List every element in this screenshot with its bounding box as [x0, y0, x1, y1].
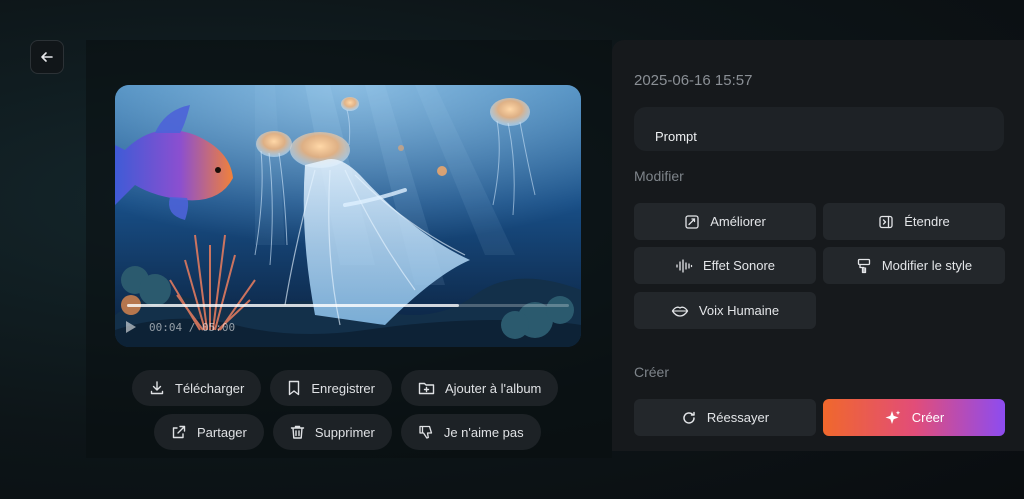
- share-icon: [172, 425, 186, 439]
- video-time: 00:04 / 05:00: [149, 320, 236, 334]
- waveform-icon: [676, 258, 693, 273]
- modify-style-label: Modifier le style: [881, 258, 973, 273]
- sparkle-icon: [885, 410, 901, 424]
- extend-button[interactable]: Étendre: [823, 203, 1005, 240]
- duration: 05:00: [202, 320, 236, 334]
- back-button[interactable]: [30, 40, 64, 74]
- video-player[interactable]: 00:04 / 05:00: [115, 85, 581, 347]
- create-button[interactable]: Créer: [823, 399, 1005, 436]
- generation-timestamp: 2025-06-16 15:57: [634, 72, 753, 89]
- paint-roller-icon: [857, 258, 870, 273]
- improve-label: Améliorer: [710, 214, 766, 229]
- extend-icon: [879, 215, 893, 228]
- add-to-album-label: Ajouter à l'album: [444, 380, 542, 396]
- delete-button[interactable]: Supprimer: [272, 414, 392, 450]
- prompt-label: Prompt: [655, 129, 697, 144]
- action-row-bottom: Partager Supprimer Je n'aime pas: [154, 414, 541, 450]
- save-button[interactable]: Enregistrer: [270, 370, 392, 406]
- create-label: Créer: [911, 410, 945, 425]
- details-panel: 2025-06-16 15:57 Prompt Modifier Amélior…: [612, 40, 1024, 451]
- download-label: Télécharger: [175, 380, 245, 396]
- folder-plus-icon: [418, 382, 435, 395]
- arrow-left-icon: [41, 52, 53, 62]
- sound-effect-label: Effet Sonore: [702, 258, 776, 273]
- retry-button[interactable]: Réessayer: [634, 399, 816, 436]
- retry-label: Réessayer: [706, 410, 770, 425]
- save-label: Enregistrer: [311, 380, 375, 396]
- lips-icon: [671, 306, 689, 317]
- modify-style-button[interactable]: Modifier le style: [823, 247, 1005, 284]
- add-to-album-button[interactable]: Ajouter à l'album: [400, 370, 559, 406]
- action-row-top: Télécharger Enregistrer Ajouter à l'albu…: [132, 370, 559, 406]
- dislike-button[interactable]: Je n'aime pas: [400, 414, 541, 450]
- dislike-label: Je n'aime pas: [443, 424, 524, 440]
- download-icon: [150, 381, 164, 395]
- play-icon[interactable]: [125, 320, 139, 334]
- share-label: Partager: [197, 424, 247, 440]
- human-voice-button[interactable]: Voix Humaine: [634, 292, 816, 329]
- improve-button[interactable]: Améliorer: [634, 203, 816, 240]
- create-section-title: Créer: [634, 364, 670, 380]
- modify-section-title: Modifier: [634, 168, 684, 184]
- current-time: 00:04: [149, 320, 183, 334]
- download-button[interactable]: Télécharger: [132, 370, 262, 406]
- share-button[interactable]: Partager: [154, 414, 264, 450]
- sound-effect-button[interactable]: Effet Sonore: [634, 247, 816, 284]
- extend-label: Étendre: [904, 214, 950, 229]
- human-voice-label: Voix Humaine: [698, 303, 780, 318]
- refresh-icon: [683, 411, 695, 424]
- trash-icon: [290, 425, 305, 439]
- prompt-box[interactable]: Prompt: [634, 107, 1004, 151]
- delete-label: Supprimer: [314, 424, 375, 440]
- bookmark-icon: [289, 380, 300, 396]
- thumbs-down-icon: [419, 425, 432, 439]
- enhance-icon: [685, 214, 699, 229]
- video-controls: 00:04 / 05:00: [115, 307, 581, 347]
